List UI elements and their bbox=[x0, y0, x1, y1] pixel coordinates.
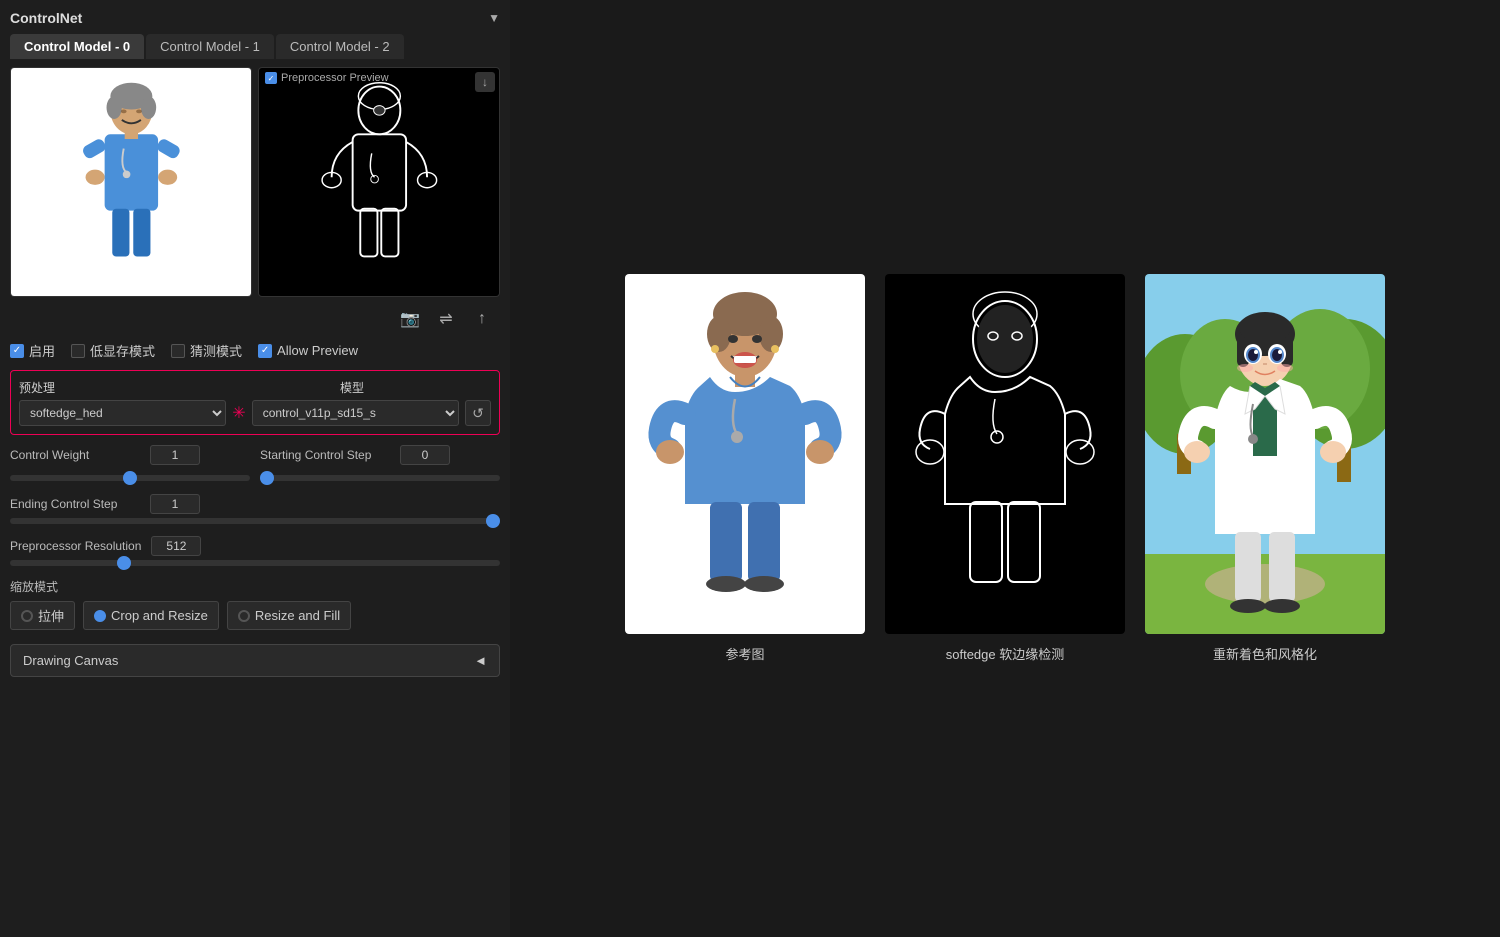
model-select-wrap: control_v11p_sd15_s bbox=[252, 400, 459, 426]
tab-model-2[interactable]: Control Model - 2 bbox=[276, 34, 404, 59]
control-weight-row: Control Weight 1 bbox=[10, 445, 250, 465]
result-images: 参考图 bbox=[625, 274, 1385, 663]
toolbar-row: 📷 ⇌ ↑ bbox=[10, 305, 500, 333]
checkbox-row: 启用 低显存模式 猜测模式 Allow Preview bbox=[10, 341, 500, 360]
result-item-0: 参考图 bbox=[625, 274, 865, 663]
result-item-2: 重新着色和风格化 bbox=[1145, 274, 1385, 663]
preprocessor-label: 预处理 bbox=[19, 379, 170, 396]
right-panel: 参考图 bbox=[510, 0, 1500, 937]
model-row: 预处理 模型 softedge_hed ✳ control_v11p_sd15_… bbox=[10, 370, 500, 435]
enable-checkbox-item[interactable]: 启用 bbox=[10, 341, 55, 360]
result-edge-svg bbox=[895, 284, 1115, 624]
resize-fill-radio-dot bbox=[238, 610, 250, 622]
starting-step-value: 0 bbox=[400, 445, 450, 465]
model-select[interactable]: control_v11p_sd15_s bbox=[252, 400, 459, 426]
control-weight-item: Control Weight 1 bbox=[10, 445, 250, 484]
preproc-res-slider[interactable] bbox=[10, 560, 500, 566]
enable-checkbox[interactable] bbox=[10, 344, 24, 358]
resize-fill-label: Resize and Fill bbox=[255, 608, 340, 623]
preproc-res-row: Preprocessor Resolution 512 bbox=[10, 536, 500, 556]
guess-mode-checkbox[interactable] bbox=[171, 344, 185, 358]
star-icon[interactable]: ✳ bbox=[232, 403, 245, 423]
tab-model-1[interactable]: Control Model - 1 bbox=[146, 34, 274, 59]
crop-resize-radio-dot bbox=[94, 610, 106, 622]
dual-slider-row: Control Weight 1 Starting Control Step 0 bbox=[10, 445, 500, 484]
starting-step-slider[interactable] bbox=[260, 475, 500, 481]
nurse-svg bbox=[55, 77, 208, 287]
panel-header: ControlNet ▼ bbox=[10, 10, 500, 26]
scale-stretch-option[interactable]: 拉伸 bbox=[10, 601, 75, 630]
model-row-labels: 预处理 模型 bbox=[19, 379, 491, 396]
drawing-canvas-arrow: ◄ bbox=[474, 653, 487, 668]
scale-crop-resize-option[interactable]: Crop and Resize bbox=[83, 601, 219, 630]
source-image bbox=[11, 68, 251, 296]
result-img-box-2 bbox=[1145, 274, 1385, 634]
preproc-res-value: 512 bbox=[151, 536, 201, 556]
starting-step-item: Starting Control Step 0 bbox=[260, 445, 500, 484]
low-vram-checkbox-item[interactable]: 低显存模式 bbox=[71, 341, 155, 360]
preprocessor-select-wrap: softedge_hed bbox=[19, 400, 226, 426]
drawing-canvas-label: Drawing Canvas bbox=[23, 653, 118, 668]
refresh-model-button[interactable]: ↺ bbox=[465, 400, 491, 426]
allow-preview-checkbox[interactable] bbox=[258, 344, 272, 358]
drawing-canvas-row[interactable]: Drawing Canvas ◄ bbox=[10, 644, 500, 677]
tab-model-0[interactable]: Control Model - 0 bbox=[10, 34, 144, 59]
anime-svg bbox=[1145, 274, 1385, 634]
anime-photo bbox=[1145, 274, 1385, 634]
panel-collapse-arrow[interactable]: ▼ bbox=[488, 11, 500, 25]
preview-image-box: Preprocessor Preview ↓ bbox=[258, 67, 500, 297]
preproc-res-label: Preprocessor Resolution bbox=[10, 539, 141, 553]
ref-photo bbox=[625, 274, 865, 634]
image-row: 🖼 图像 ↺ ✕ ✏ bbox=[10, 67, 500, 297]
ending-step-row: Ending Control Step 1 bbox=[10, 494, 500, 514]
source-image-box: 🖼 图像 ↺ ✕ ✏ bbox=[10, 67, 252, 297]
starting-step-row: Starting Control Step 0 bbox=[260, 445, 500, 465]
camera-button[interactable]: 📷 bbox=[396, 305, 424, 333]
scale-mode-label: 缩放模式 bbox=[10, 578, 500, 595]
edge-svg bbox=[303, 77, 456, 287]
ending-step-label: Ending Control Step bbox=[10, 497, 140, 511]
control-weight-slider[interactable] bbox=[10, 475, 250, 481]
upload-button[interactable]: ↑ bbox=[468, 305, 496, 333]
panel-title: ControlNet bbox=[10, 10, 82, 26]
result-caption-2: 重新着色和风格化 bbox=[1213, 644, 1317, 663]
preview-image bbox=[259, 68, 499, 296]
starting-step-label: Starting Control Step bbox=[260, 448, 390, 462]
model-tabs: Control Model - 0 Control Model - 1 Cont… bbox=[10, 34, 500, 59]
model-controls: softedge_hed ✳ control_v11p_sd15_s ↺ bbox=[19, 400, 491, 426]
preview-checkbox[interactable] bbox=[265, 72, 277, 84]
edge-photo bbox=[885, 274, 1125, 634]
preprocessor-select[interactable]: softedge_hed bbox=[19, 400, 226, 426]
ending-step-value: 1 bbox=[150, 494, 200, 514]
swap-button[interactable]: ⇌ bbox=[432, 305, 460, 333]
stretch-radio-dot bbox=[21, 610, 33, 622]
left-panel: ControlNet ▼ Control Model - 0 Control M… bbox=[0, 0, 510, 937]
result-item-1: softedge 软边缘检测 bbox=[885, 274, 1125, 663]
guess-mode-checkbox-item[interactable]: 猜测模式 bbox=[171, 341, 242, 360]
control-weight-value: 1 bbox=[150, 445, 200, 465]
result-caption-1: softedge 软边缘检测 bbox=[946, 644, 1065, 663]
model-label: 模型 bbox=[340, 379, 491, 396]
preview-label: Preprocessor Preview bbox=[265, 72, 389, 84]
result-caption-0: 参考图 bbox=[725, 644, 764, 663]
ending-step-slider[interactable] bbox=[10, 518, 500, 524]
crop-resize-label: Crop and Resize bbox=[111, 608, 208, 623]
stretch-label: 拉伸 bbox=[38, 606, 64, 625]
result-nurse-svg bbox=[635, 284, 855, 624]
download-preview-button[interactable]: ↓ bbox=[475, 72, 495, 92]
low-vram-checkbox[interactable] bbox=[71, 344, 85, 358]
scale-mode-radio-group: 拉伸 Crop and Resize Resize and Fill bbox=[10, 601, 500, 630]
allow-preview-checkbox-item[interactable]: Allow Preview bbox=[258, 343, 358, 358]
result-img-box-1 bbox=[885, 274, 1125, 634]
scale-resize-fill-option[interactable]: Resize and Fill bbox=[227, 601, 351, 630]
result-img-box-0 bbox=[625, 274, 865, 634]
control-weight-label: Control Weight bbox=[10, 448, 140, 462]
